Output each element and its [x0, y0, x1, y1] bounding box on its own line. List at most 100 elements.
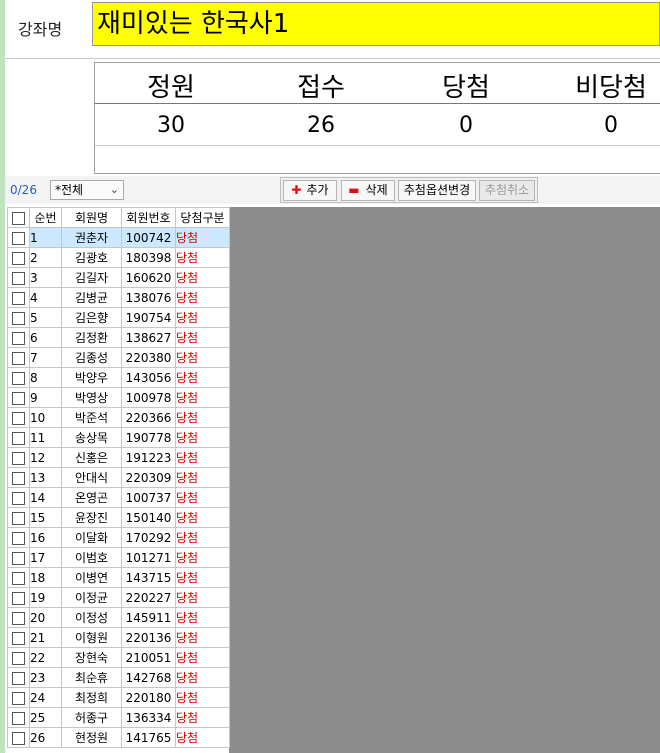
- row-member-name: 김종성: [61, 347, 122, 368]
- table-row[interactable]: 10 박준석 220366 당첨: [7, 407, 230, 428]
- table-row[interactable]: 6 김정환 138627 당첨: [7, 327, 230, 348]
- row-checkbox[interactable]: [7, 427, 30, 448]
- row-checkbox[interactable]: [7, 227, 30, 248]
- table-row[interactable]: 4 김병균 138076 당첨: [7, 287, 230, 308]
- row-checkbox[interactable]: [7, 587, 30, 608]
- row-no: 1: [29, 227, 62, 248]
- row-no: 7: [29, 347, 62, 368]
- draw-cancel-button[interactable]: 추첨취소: [479, 180, 535, 201]
- row-no: 25: [29, 707, 62, 728]
- row-checkbox[interactable]: [7, 607, 30, 628]
- row-no: 13: [29, 467, 62, 488]
- table-row[interactable]: 19 이정균 220227 당첨: [7, 587, 230, 608]
- row-member-name: 박영상: [61, 387, 122, 408]
- table-row[interactable]: 23 최순휴 142768 당첨: [7, 667, 230, 688]
- table-row[interactable]: 13 안대식 220309 당첨: [7, 467, 230, 488]
- col-header-member-id[interactable]: 회원번호: [121, 207, 176, 228]
- row-member-id: 138627: [121, 327, 176, 348]
- row-no: 10: [29, 407, 62, 428]
- table-row[interactable]: 20 이정성 145911 당첨: [7, 607, 230, 628]
- row-member-name: 최순휴: [61, 667, 122, 688]
- status-filter-select[interactable]: *전체 ⌄: [50, 180, 124, 200]
- col-header-no[interactable]: 순번: [29, 207, 62, 228]
- row-member-id: 180398: [121, 247, 176, 268]
- row-status: 당첨: [175, 367, 230, 388]
- chevron-down-icon: ⌄: [109, 183, 119, 196]
- stat-value-won: 0: [459, 113, 473, 138]
- draw-option-change-button[interactable]: 추첨옵션변경: [398, 180, 476, 201]
- row-checkbox[interactable]: [7, 367, 30, 388]
- row-checkbox[interactable]: [7, 267, 30, 288]
- row-no: 8: [29, 367, 62, 388]
- table-row[interactable]: 5 김은향 190754 당첨: [7, 307, 230, 328]
- row-checkbox[interactable]: [7, 327, 30, 348]
- table-row[interactable]: 8 박양우 143056 당첨: [7, 367, 230, 388]
- row-no: 21: [29, 627, 62, 648]
- row-member-id: 150140: [121, 507, 176, 528]
- table-row[interactable]: 25 허종구 136334 당첨: [7, 707, 230, 728]
- table-row[interactable]: 9 박영상 100978 당첨: [7, 387, 230, 408]
- table-row[interactable]: 24 최정희 220180 당첨: [7, 687, 230, 708]
- row-checkbox[interactable]: [7, 447, 30, 468]
- row-member-name: 안대식: [61, 467, 122, 488]
- row-status: 당첨: [175, 387, 230, 408]
- row-checkbox[interactable]: [7, 687, 30, 708]
- table-row[interactable]: 16 이달화 170292 당첨: [7, 527, 230, 548]
- row-checkbox[interactable]: [7, 707, 30, 728]
- row-member-id: 145911: [121, 607, 176, 628]
- table-row[interactable]: 14 온영곤 100737 당첨: [7, 487, 230, 508]
- table-row[interactable]: 15 윤장진 150140 당첨: [7, 507, 230, 528]
- row-member-name: 장현숙: [61, 647, 122, 668]
- row-status: 당첨: [175, 667, 230, 688]
- row-member-name: 김병균: [61, 287, 122, 308]
- row-checkbox[interactable]: [7, 567, 30, 588]
- row-checkbox[interactable]: [7, 307, 30, 328]
- course-name-field[interactable]: 재미있는 한국사1: [92, 2, 660, 46]
- row-checkbox[interactable]: [7, 627, 30, 648]
- table-row[interactable]: 21 이형원 220136 당첨: [7, 627, 230, 648]
- row-checkbox[interactable]: [7, 547, 30, 568]
- table-row[interactable]: 18 이병연 143715 당첨: [7, 567, 230, 588]
- stat-header-won: 당첨: [442, 73, 490, 103]
- row-checkbox[interactable]: [7, 647, 30, 668]
- stat-header-capacity: 정원: [147, 73, 195, 103]
- row-status: 당첨: [175, 627, 230, 648]
- table-row[interactable]: 1 권춘자 100742 당첨: [7, 227, 230, 248]
- row-status: 당첨: [175, 487, 230, 508]
- add-button[interactable]: ✚ 추가: [283, 180, 337, 201]
- row-checkbox[interactable]: [7, 727, 30, 748]
- stat-header-applied: 접수: [297, 73, 345, 103]
- table-row[interactable]: 11 송상목 190778 당첨: [7, 427, 230, 448]
- row-checkbox[interactable]: [7, 667, 30, 688]
- row-status: 당첨: [175, 427, 230, 448]
- table-row[interactable]: 17 이범호 101271 당첨: [7, 547, 230, 568]
- row-checkbox[interactable]: [7, 287, 30, 308]
- row-status: 당첨: [175, 647, 230, 668]
- select-all-checkbox[interactable]: [7, 207, 30, 228]
- row-checkbox[interactable]: [7, 347, 30, 368]
- row-checkbox[interactable]: [7, 387, 30, 408]
- row-checkbox[interactable]: [7, 467, 30, 488]
- row-no: 19: [29, 587, 62, 608]
- col-header-status[interactable]: 당첨구분: [175, 207, 230, 228]
- row-checkbox[interactable]: [7, 507, 30, 528]
- stats-value-row: 30 26 0 0: [95, 103, 660, 146]
- divider: [5, 58, 660, 59]
- table-row[interactable]: 22 장현숙 210051 당첨: [7, 647, 230, 668]
- row-member-name: 허종구: [61, 707, 122, 728]
- table-row[interactable]: 3 김길자 160620 당첨: [7, 267, 230, 288]
- row-checkbox[interactable]: [7, 407, 30, 428]
- col-header-name[interactable]: 회원명: [61, 207, 122, 228]
- row-checkbox[interactable]: [7, 487, 30, 508]
- table-row[interactable]: 7 김종성 220380 당첨: [7, 347, 230, 368]
- row-checkbox[interactable]: [7, 527, 30, 548]
- table-row[interactable]: 26 현정원 141765 당첨: [7, 727, 230, 748]
- row-member-id: 100978: [121, 387, 176, 408]
- row-no: 5: [29, 307, 62, 328]
- row-no: 3: [29, 267, 62, 288]
- row-checkbox[interactable]: [7, 247, 30, 268]
- table-row[interactable]: 2 김광호 180398 당첨: [7, 247, 230, 268]
- delete-button[interactable]: ▬ 삭제: [341, 180, 395, 201]
- table-row[interactable]: 12 신홍은 191223 당첨: [7, 447, 230, 468]
- row-no: 26: [29, 727, 62, 748]
